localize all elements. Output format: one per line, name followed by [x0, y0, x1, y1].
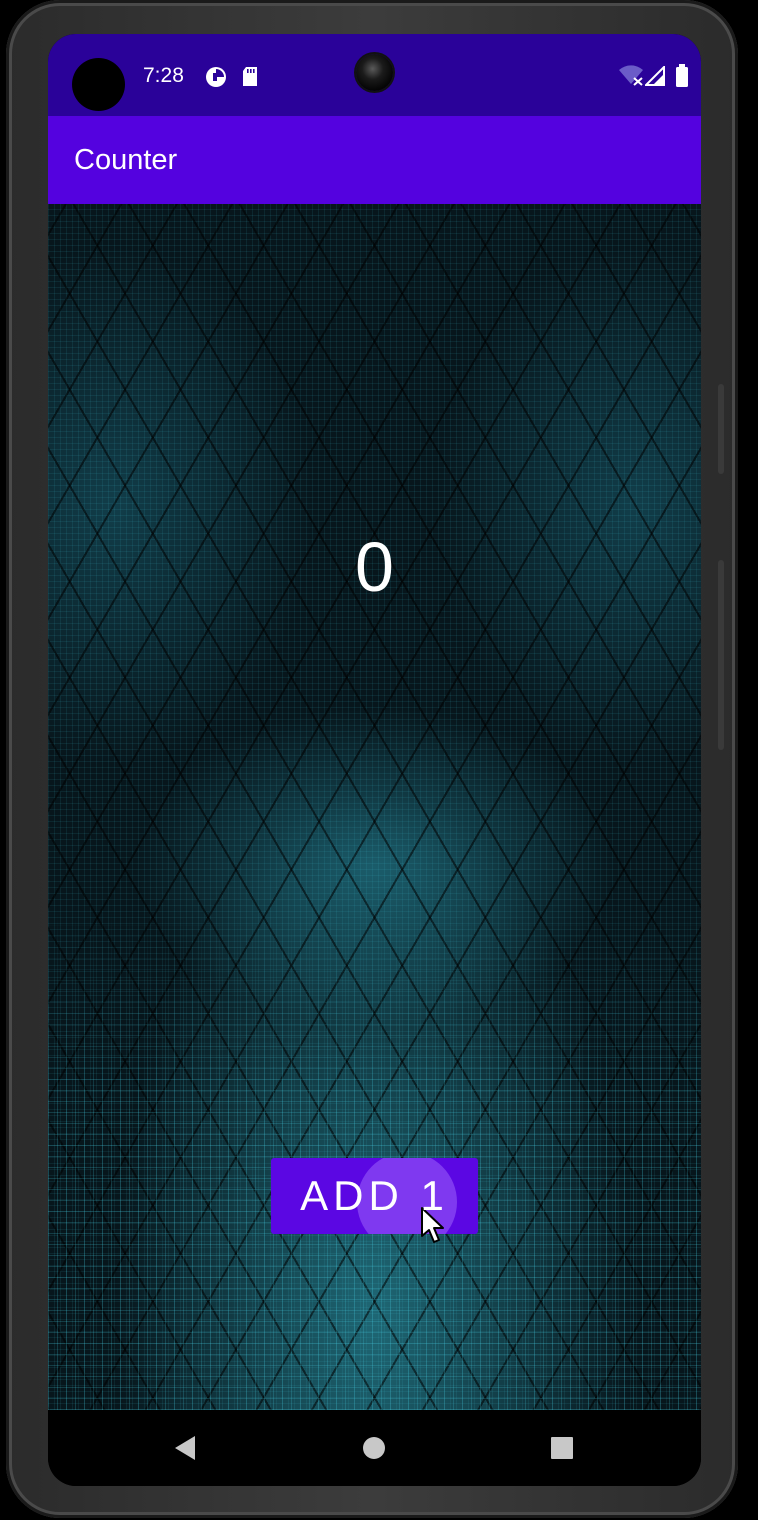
- data-saver-icon: [205, 66, 227, 93]
- front-camera: [356, 54, 393, 91]
- status-bar: 7:28: [48, 34, 701, 116]
- cell-signal-icon: [643, 64, 665, 91]
- wifi-off-icon: [618, 64, 644, 91]
- screen: 7:28 Counter 0 ADD 1: [48, 34, 701, 1486]
- recents-button[interactable]: [522, 1410, 602, 1486]
- back-icon: [175, 1436, 195, 1460]
- sd-card-icon: [241, 66, 259, 93]
- back-button[interactable]: [145, 1410, 225, 1486]
- home-icon: [363, 1437, 385, 1459]
- navigation-bar: [48, 1410, 701, 1486]
- app-title: Counter: [74, 144, 178, 176]
- home-button[interactable]: [334, 1410, 414, 1486]
- avatar-icon: [72, 58, 125, 111]
- counter-value: 0: [355, 528, 394, 606]
- content-area: 0 ADD 1: [48, 204, 701, 1410]
- power-button: [718, 560, 724, 750]
- battery-icon: [675, 64, 689, 93]
- add-one-label: ADD 1: [300, 1172, 449, 1219]
- background-pattern-lower: [48, 904, 701, 1410]
- volume-button: [718, 384, 724, 474]
- status-time: 7:28: [143, 64, 184, 87]
- recents-icon: [551, 1437, 573, 1459]
